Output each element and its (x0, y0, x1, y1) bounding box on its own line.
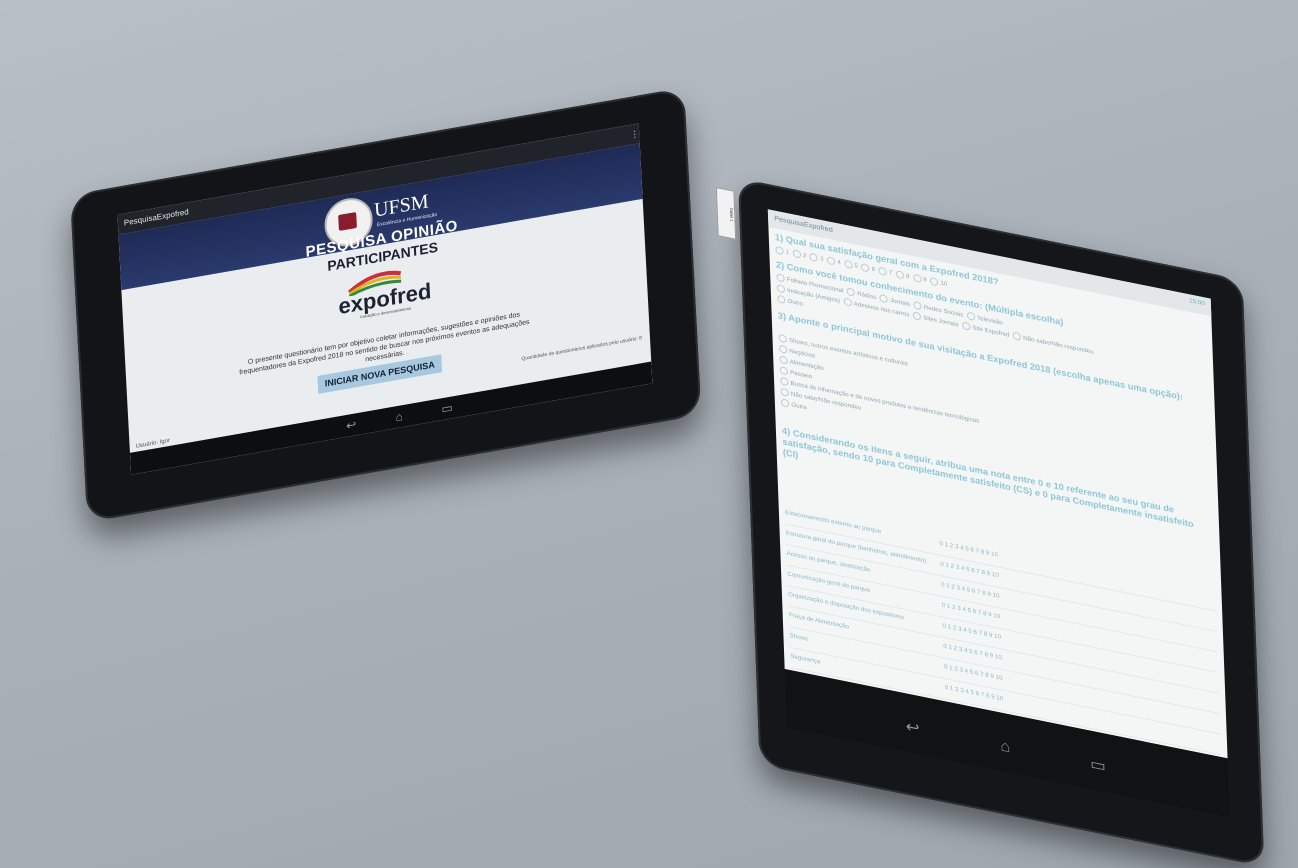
radio-icon[interactable] (895, 270, 905, 280)
left-tablet: PesquisaExpofred ⋮ UFSM Excelência e Hum… (70, 87, 702, 523)
checkbox-icon[interactable] (912, 311, 922, 322)
radio-icon[interactable] (844, 259, 853, 270)
radio-icon[interactable] (826, 256, 836, 266)
radio-icon[interactable] (780, 377, 789, 387)
radio-icon[interactable] (780, 387, 790, 398)
checkbox-icon[interactable] (846, 287, 856, 298)
checkbox-icon[interactable] (879, 294, 889, 304)
radio-icon[interactable] (778, 334, 788, 344)
radio-icon[interactable] (779, 366, 789, 376)
radio-icon[interactable] (792, 249, 801, 259)
radio-icon[interactable] (929, 276, 939, 287)
radio-icon[interactable] (780, 398, 790, 409)
radio-icon[interactable] (779, 355, 788, 366)
checkbox-icon[interactable] (913, 301, 922, 311)
radio-icon[interactable] (775, 245, 784, 256)
recent-apps-icon[interactable]: ▭ (1084, 755, 1111, 778)
checkbox-icon[interactable] (776, 284, 786, 294)
checkbox-icon[interactable] (776, 273, 785, 284)
radio-icon[interactable] (878, 266, 887, 277)
rating-scale[interactable]: 0 1 2 3 4 5 6 7 8 9 10 (939, 541, 998, 559)
tablet-sticker: Tablet 1 (715, 187, 737, 240)
recent-apps-icon[interactable]: ▭ (436, 399, 459, 417)
right-tablet-screen: PesquisaExpofred 15:00 1) Qual sua satis… (767, 209, 1228, 759)
radio-icon[interactable] (861, 263, 870, 273)
overflow-menu-icon[interactable]: ⋮ (630, 123, 640, 144)
radio-icon[interactable] (809, 252, 819, 263)
back-icon[interactable]: ↩ (340, 416, 363, 434)
checkbox-icon[interactable] (1012, 331, 1022, 342)
photo-scene: PesquisaExpofred ⋮ UFSM Excelência e Hum… (0, 0, 1298, 868)
checkbox-icon[interactable] (777, 295, 786, 305)
checkbox-icon[interactable] (843, 297, 852, 308)
right-tablet: Tablet 1 PesquisaExpofred 15:00 1) Qual … (715, 178, 1265, 867)
home-icon[interactable]: ⌂ (388, 408, 411, 426)
radio-icon[interactable] (912, 273, 922, 283)
checkbox-icon[interactable] (966, 311, 976, 322)
radio-icon[interactable] (778, 344, 788, 355)
back-icon[interactable]: ↩ (899, 717, 926, 740)
home-icon[interactable]: ⌂ (992, 736, 1019, 759)
checkbox-icon[interactable] (961, 321, 971, 332)
questionnaire-count: Quantidade de questionários aplicados pe… (521, 335, 643, 363)
